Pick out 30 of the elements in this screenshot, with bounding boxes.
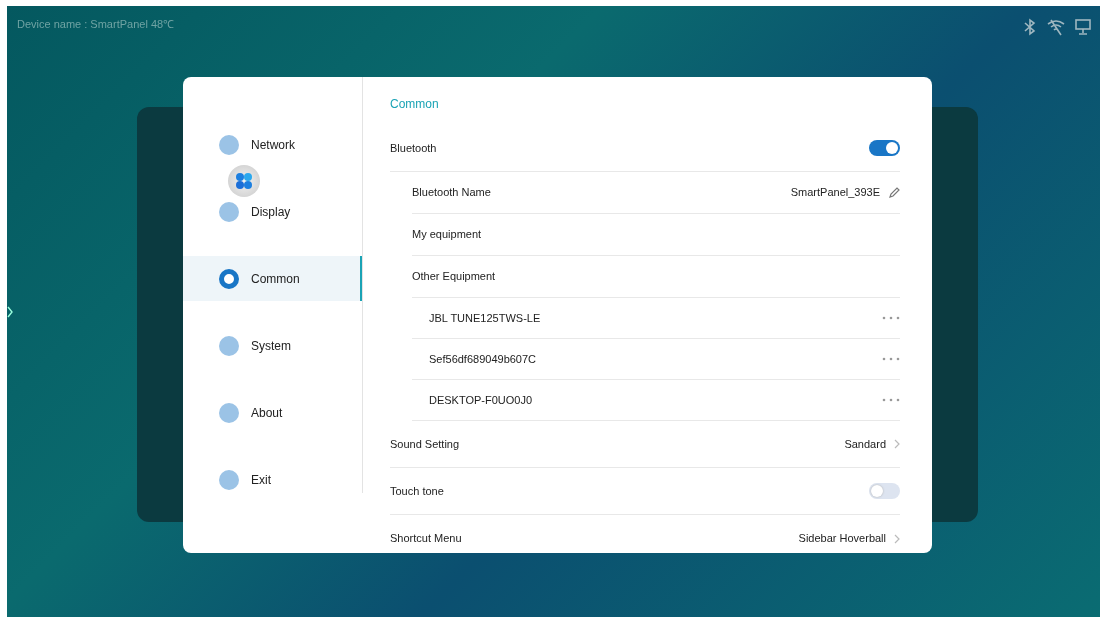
setting-value: Sidebar Hoverball [798, 531, 886, 547]
setting-label: Bluetooth Name [412, 185, 491, 201]
pencil-icon[interactable] [888, 186, 900, 199]
sidebar-item[interactable]: System [183, 323, 362, 368]
more-icon[interactable] [882, 316, 900, 320]
toggle-switch[interactable] [869, 483, 900, 499]
setting-label: Touch tone [390, 483, 444, 499]
sidebar-item[interactable]: Exit [183, 457, 362, 502]
section-title: Common [390, 96, 440, 113]
sidebar-item[interactable]: Network [183, 122, 362, 167]
setting-label: My equipment [412, 227, 482, 243]
wifi-icon[interactable] [1046, 18, 1066, 36]
floating-ball-icon[interactable] [228, 165, 260, 197]
setting-label: Sef56df689049b607C [429, 351, 537, 367]
setting-label: Shortcut Menu [390, 531, 462, 547]
bluetooth-icon[interactable] [1022, 18, 1038, 36]
sidebar-item[interactable]: About [183, 390, 362, 435]
setting-label: Bluetooth [390, 140, 437, 156]
setting-label: Other Equipment [412, 269, 496, 285]
sidebar-item[interactable]: Common [183, 256, 362, 301]
more-icon[interactable] [882, 357, 900, 361]
setting-value: SmartPanel_393E [790, 185, 880, 201]
setting-value: Sandard [844, 436, 886, 452]
device-info-text: Device name : SmartPanel 48℃ [17, 17, 175, 32]
setting-label: Sound Setting [390, 436, 460, 452]
more-icon[interactable] [882, 398, 900, 402]
setting-label: DESKTOP-F0UO0J0 [429, 392, 533, 408]
setting-label: JBL TUNE125TWS-LE [429, 310, 541, 326]
toggle-switch[interactable] [869, 140, 900, 156]
monitor-icon[interactable] [1074, 18, 1092, 36]
